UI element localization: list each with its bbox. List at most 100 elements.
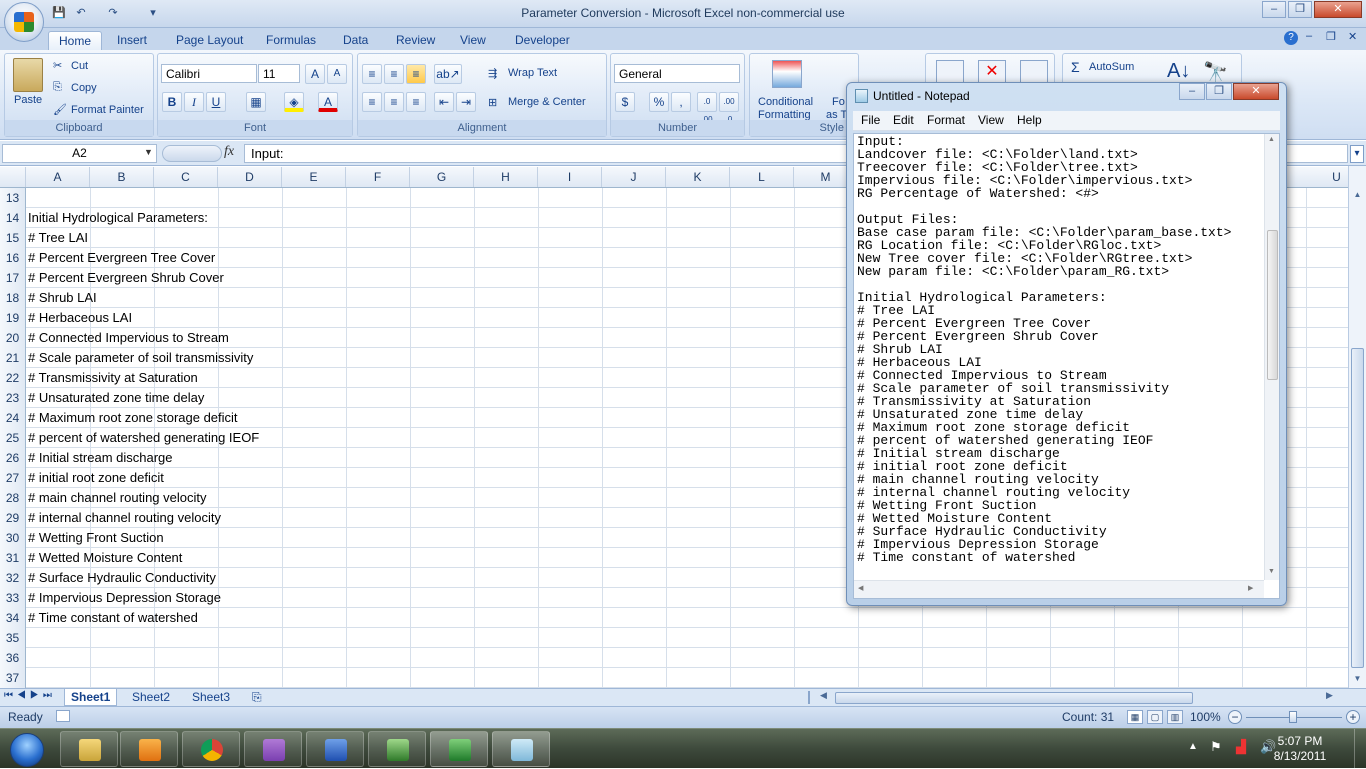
select-all-corner[interactable] — [0, 167, 26, 187]
table-row[interactable]: 37 — [0, 668, 1348, 688]
row-header[interactable]: 17 — [0, 268, 26, 288]
tab-review[interactable]: Review — [386, 31, 445, 50]
row-header[interactable]: 25 — [0, 428, 26, 448]
cell-a[interactable]: Initial Hydrological Parameters: — [28, 208, 208, 228]
column-header-f[interactable]: F — [346, 167, 410, 187]
ribbon-minimize-button[interactable]: – — [1306, 30, 1312, 42]
zoom-slider-thumb[interactable] — [1289, 711, 1297, 723]
help-icon[interactable]: ? — [1284, 31, 1298, 45]
fill-color-icon[interactable]: ◈ — [284, 92, 304, 112]
zoom-in-icon[interactable]: + — [1346, 710, 1360, 724]
decrease-indent-icon[interactable]: ⇤ — [434, 92, 454, 112]
notepad-horizontal-scrollbar[interactable]: ◀ ▶ — [854, 580, 1264, 598]
column-header-l[interactable]: L — [730, 167, 794, 187]
row-header[interactable]: 19 — [0, 308, 26, 328]
tab-view[interactable]: View — [450, 31, 496, 50]
row-header[interactable]: 34 — [0, 608, 26, 628]
cell-a[interactable]: # Initial stream discharge — [28, 448, 173, 468]
cell-a[interactable]: # Time constant of watershed — [28, 608, 198, 628]
notepad-vertical-scrollbar[interactable]: ▲ ▼ — [1264, 134, 1279, 580]
cell-a[interactable]: # Tree LAI — [28, 228, 88, 248]
menu-file[interactable]: File — [861, 113, 880, 127]
paste-icon[interactable] — [13, 58, 43, 92]
borders-icon[interactable]: ▦ — [246, 92, 266, 112]
tab-formulas[interactable]: Formulas — [256, 31, 326, 50]
column-header-b[interactable]: B — [90, 167, 154, 187]
column-header-i[interactable]: I — [538, 167, 602, 187]
currency-button[interactable]: $ — [615, 92, 635, 112]
taskbar-chrome[interactable] — [182, 731, 240, 767]
menu-edit[interactable]: Edit — [893, 113, 914, 127]
cell-a[interactable]: # initial root zone deficit — [28, 468, 164, 488]
row-header[interactable]: 27 — [0, 468, 26, 488]
row-header[interactable]: 26 — [0, 448, 26, 468]
underline-button[interactable]: U — [206, 92, 226, 112]
undo-icon[interactable]: ↶ — [72, 5, 90, 22]
row-header[interactable]: 20 — [0, 328, 26, 348]
shrink-font-icon[interactable]: A — [327, 64, 347, 84]
row-header[interactable]: 16 — [0, 248, 26, 268]
cell-a[interactable]: # Shrub LAI — [28, 288, 97, 308]
notepad-scroll-right-icon[interactable]: ▶ — [1248, 584, 1253, 592]
formula-bar-handle[interactable] — [162, 145, 222, 162]
notepad-window[interactable]: Untitled - Notepad – ❐ ✕ File Edit Forma… — [846, 82, 1287, 606]
align-center-icon[interactable]: ≡ — [384, 92, 404, 112]
menu-help[interactable]: Help — [1017, 113, 1042, 127]
notepad-scroll-down-icon[interactable]: ▼ — [1268, 568, 1275, 575]
grow-font-icon[interactable]: A — [305, 64, 325, 84]
row-header[interactable]: 36 — [0, 648, 26, 668]
merge-center-icon[interactable]: ⊞ — [488, 96, 497, 109]
maximize-button[interactable]: ❐ — [1288, 1, 1312, 18]
autosum-icon[interactable]: Σ — [1071, 59, 1080, 75]
taskbar-gis-app[interactable] — [368, 731, 426, 767]
cell-a[interactable]: # Wetting Front Suction — [28, 528, 164, 548]
table-row[interactable]: 35 — [0, 628, 1348, 648]
tab-home[interactable]: Home — [48, 31, 103, 50]
column-header-c[interactable]: C — [154, 167, 218, 187]
taskbar-notepad[interactable] — [492, 731, 550, 767]
row-header[interactable]: 33 — [0, 588, 26, 608]
zoom-level[interactable]: 100% — [1190, 710, 1221, 724]
network-icon[interactable]: ▟ — [1236, 739, 1246, 755]
column-header-j[interactable]: J — [602, 167, 666, 187]
sheet-tab-1[interactable]: Sheet1 — [64, 689, 118, 706]
row-header[interactable]: 37 — [0, 668, 26, 688]
menu-view[interactable]: View — [978, 113, 1004, 127]
tab-insert[interactable]: Insert — [107, 31, 157, 50]
column-header-a[interactable]: A — [26, 167, 90, 187]
save-icon[interactable]: 💾 — [50, 5, 68, 22]
cell-a[interactable]: # Unsaturated zone time delay — [28, 388, 204, 408]
sheet-nav-icons[interactable]: ⏮◀▶⏭ — [4, 690, 56, 701]
scroll-left-icon[interactable]: ◀ — [820, 690, 827, 701]
bold-button[interactable]: B — [162, 92, 182, 112]
align-middle-icon[interactable]: ≡ — [384, 64, 404, 84]
horizontal-scroll-thumb[interactable] — [835, 692, 1193, 704]
conditional-formatting-icon[interactable] — [772, 60, 802, 88]
sort-filter-icon[interactable]: A↓ — [1167, 60, 1190, 83]
align-right-icon[interactable]: ≡ — [406, 92, 426, 112]
cell-a[interactable]: # Wetted Moisture Content — [28, 548, 182, 568]
cell-a[interactable]: # main channel routing velocity — [28, 488, 207, 508]
scissors-icon[interactable]: ✂ — [53, 59, 62, 72]
align-left-icon[interactable]: ≡ — [362, 92, 382, 112]
row-header[interactable]: 31 — [0, 548, 26, 568]
autosum-button[interactable]: AutoSum — [1089, 61, 1134, 73]
percent-button[interactable]: % — [649, 92, 669, 112]
conditional-formatting-label[interactable]: Conditional — [758, 96, 813, 108]
minimize-button[interactable]: – — [1262, 1, 1286, 18]
scroll-down-icon[interactable]: ▼ — [1352, 674, 1363, 683]
show-desktop-button[interactable] — [1354, 729, 1366, 769]
format-painter-icon[interactable]: 🖌 — [53, 103, 67, 116]
start-button[interactable] — [2, 730, 52, 768]
ribbon-restore-button[interactable]: ❐ — [1326, 30, 1336, 43]
cell-a[interactable]: # percent of watershed generating IEOF — [28, 428, 259, 448]
taskbar-explorer[interactable] — [60, 731, 118, 767]
row-header[interactable]: 35 — [0, 628, 26, 648]
row-header[interactable]: 22 — [0, 368, 26, 388]
notepad-maximize-button[interactable]: ❐ — [1206, 83, 1232, 100]
number-format-select[interactable]: General — [614, 64, 740, 83]
font-size-select[interactable]: 11 — [258, 64, 300, 83]
copy-icon[interactable]: ⎘ — [53, 81, 62, 94]
notepad-close-button[interactable]: ✕ — [1233, 83, 1279, 100]
row-header[interactable]: 28 — [0, 488, 26, 508]
